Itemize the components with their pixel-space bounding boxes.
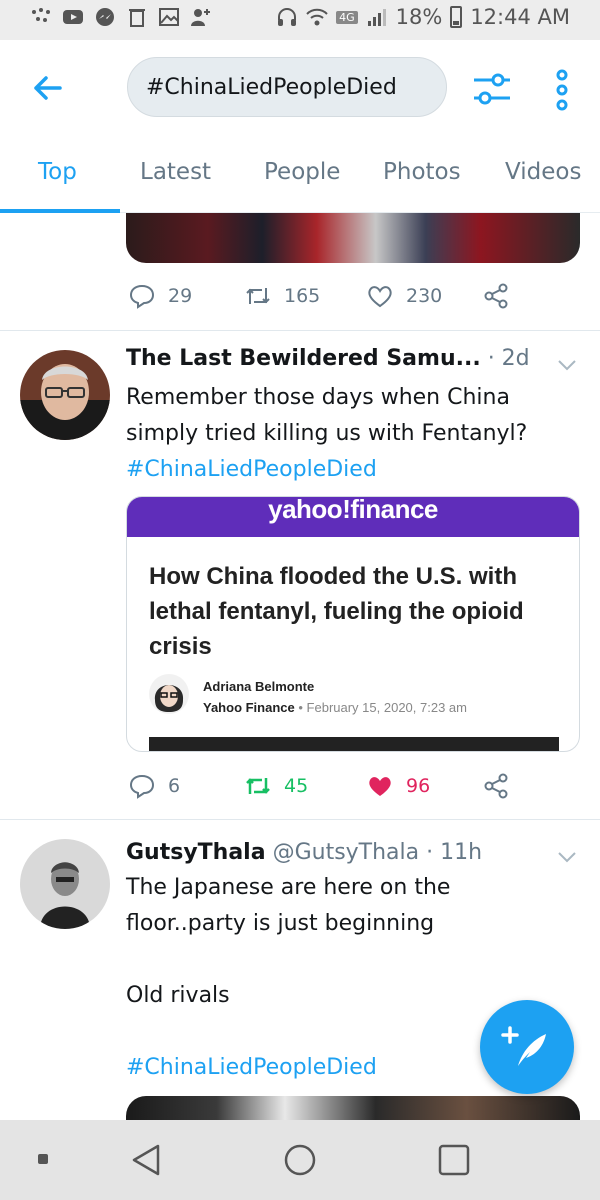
hashtag-link[interactable]: #ChinaLiedPeopleDied <box>126 452 566 488</box>
like-count: 230 <box>406 285 443 307</box>
like-count: 96 <box>406 775 431 797</box>
tweet-header: The Last Bewildered Samu... · 2d <box>126 346 530 371</box>
retweet-icon <box>246 778 270 794</box>
retweet-button[interactable]: 45 <box>244 772 308 800</box>
card-author-avatar <box>149 674 189 714</box>
search-tabs: Top Latest People Photos Videos <box>0 135 600 213</box>
back-triangle-icon[interactable] <box>128 1142 164 1178</box>
like-button[interactable]: 230 <box>366 282 442 310</box>
avatar-image <box>20 839 110 929</box>
tweet-feed[interactable]: 29 165 230 The Last Bewildered Samu... ·… <box>0 213 600 1120</box>
tweet-media-image[interactable] <box>126 213 580 263</box>
status-bar: 4G 18% 12:44 AM <box>0 0 600 40</box>
battery-percent: 18% <box>395 5 443 29</box>
recent-apps-icon[interactable] <box>436 1142 472 1178</box>
tab-top[interactable]: Top <box>38 159 77 185</box>
author-name[interactable]: GutsyThala <box>126 840 266 865</box>
tweet-actions: 6 45 96 <box>126 771 526 801</box>
tweet-text: Remember those days when China simply tr… <box>126 380 566 488</box>
more-options-icon[interactable] <box>550 68 574 112</box>
card-source-banner: yahoo!finance <box>127 497 579 537</box>
tweet-body-text: Remember those days when China simply tr… <box>126 385 528 446</box>
share-icon <box>484 773 508 799</box>
card-date: • February 15, 2020, 7:23 am <box>298 700 467 715</box>
avatar[interactable] <box>20 350 110 440</box>
retweet-button[interactable]: 165 <box>244 282 320 310</box>
tweet-actions: 29 165 230 <box>126 281 526 311</box>
dots-app-icon <box>32 8 50 22</box>
tweet-time: · 2d <box>487 346 530 371</box>
android-navigation-bar <box>0 1120 600 1200</box>
retweet-count: 45 <box>284 775 309 797</box>
search-input[interactable]: #ChinaLiedPeopleDied <box>127 57 447 117</box>
search-filter-icon[interactable] <box>470 68 514 112</box>
add-person-icon <box>191 9 210 26</box>
card-title: How China flooded the U.S. with lethal f… <box>149 563 524 660</box>
tab-people[interactable]: People <box>264 159 340 185</box>
reply-button[interactable]: 6 <box>128 772 180 800</box>
tweet-time: @GutsyThala · 11h <box>272 840 483 865</box>
reply-count: 29 <box>168 285 193 307</box>
chevron-down-icon[interactable] <box>555 353 579 377</box>
battery-icon <box>450 6 463 28</box>
share-icon <box>484 283 508 309</box>
card-author-name: Adriana Belmonte <box>203 679 315 694</box>
system-status: 4G 18% 12:44 AM <box>276 5 570 29</box>
heart-icon <box>369 777 391 796</box>
tab-videos[interactable]: Videos <box>505 159 581 185</box>
clock: 12:44 AM <box>470 5 570 29</box>
share-button[interactable] <box>482 282 510 310</box>
tweet-divider <box>0 330 600 331</box>
like-button[interactable]: 96 <box>366 772 430 800</box>
home-circle-icon[interactable] <box>282 1142 318 1178</box>
reply-icon <box>129 284 155 309</box>
reply-icon <box>129 774 155 799</box>
youtube-icon <box>63 10 83 24</box>
link-preview-card[interactable]: yahoo!finance How China flooded the U.S.… <box>126 496 580 752</box>
tweet-media-image[interactable] <box>126 1096 580 1120</box>
author-name[interactable]: The Last Bewildered Samu... <box>126 346 481 371</box>
notification-icons <box>30 6 212 28</box>
back-arrow-icon[interactable] <box>28 68 68 108</box>
tab-latest[interactable]: Latest <box>140 159 211 185</box>
search-query: #ChinaLiedPeopleDied <box>146 74 397 100</box>
network-type-label: 4G <box>336 10 358 24</box>
card-image-strip <box>149 737 559 751</box>
chevron-down-icon[interactable] <box>555 845 579 869</box>
retweet-count: 165 <box>284 285 321 307</box>
compose-tweet-button[interactable] <box>480 1000 574 1094</box>
compose-feather-icon <box>501 1026 546 1066</box>
tweet-divider <box>0 819 600 820</box>
card-byline: Yahoo Finance • February 15, 2020, 7:23 … <box>203 700 467 715</box>
wifi-icon <box>306 8 328 26</box>
avatar-image <box>20 350 110 440</box>
card-publisher: Yahoo Finance <box>203 700 295 715</box>
headphones-icon <box>278 8 297 26</box>
signal-icon <box>367 9 386 26</box>
trash-icon <box>129 9 145 27</box>
reply-count: 6 <box>168 775 181 797</box>
share-button[interactable] <box>482 772 510 800</box>
image-icon <box>159 8 179 26</box>
heart-icon <box>368 286 392 308</box>
tweet-body-text: The Japanese are here on the floor..part… <box>126 875 451 936</box>
tweet-header: GutsyThala @GutsyThala · 11h <box>126 840 482 865</box>
reply-button[interactable]: 29 <box>128 282 192 310</box>
tab-photos[interactable]: Photos <box>383 159 461 185</box>
messenger-icon <box>96 8 114 26</box>
top-app-bar: #ChinaLiedPeopleDied <box>0 40 600 135</box>
pin-dot-icon[interactable] <box>36 1152 50 1166</box>
retweet-icon <box>246 288 270 304</box>
avatar[interactable] <box>20 839 110 929</box>
